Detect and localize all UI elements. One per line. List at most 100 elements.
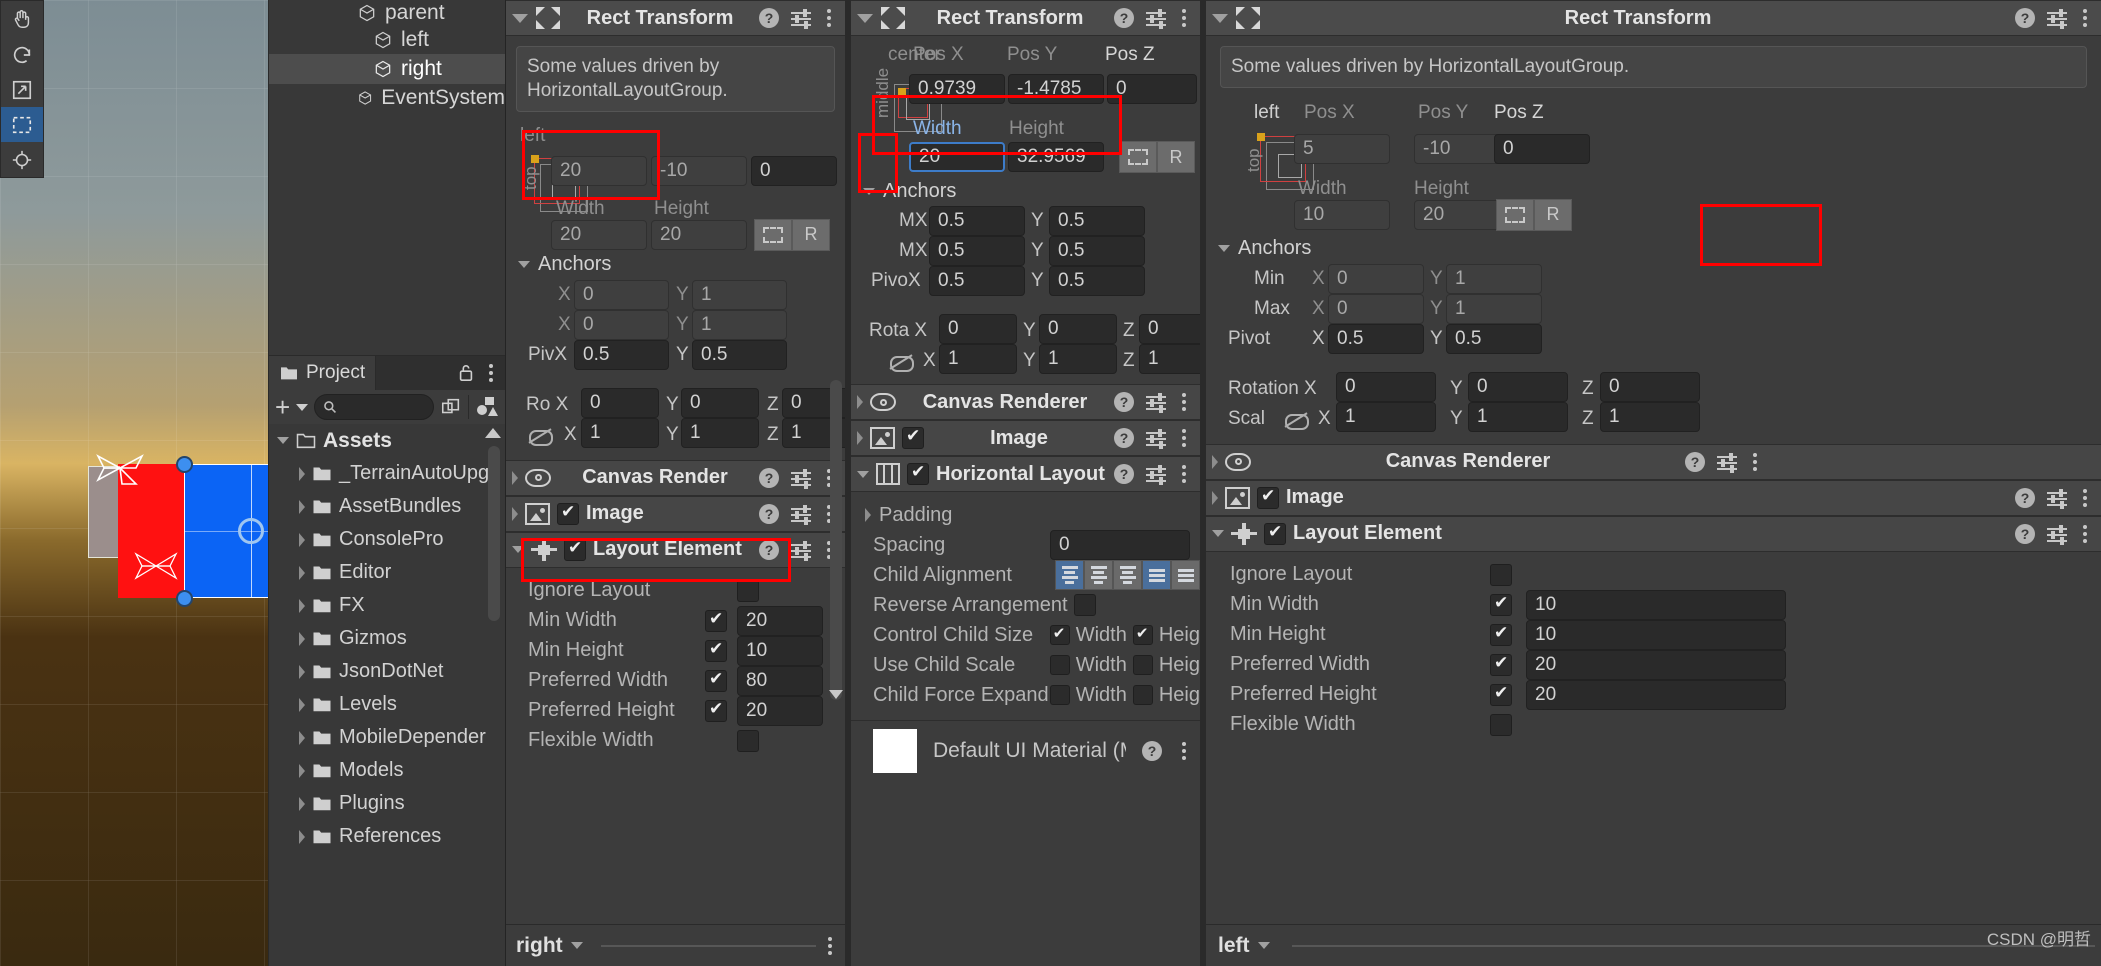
help-icon[interactable]: ? [1114, 392, 1134, 412]
material-menu-icon[interactable] [1178, 742, 1190, 760]
layout-element-rows[interactable]: Ignore Layout Min Width 10 Min Height 10… [1206, 552, 2101, 740]
anchor-max-x-field[interactable]: 0 [574, 309, 669, 340]
project-tree-item[interactable]: Gizmos [269, 622, 505, 655]
component-menu-icon[interactable] [1178, 465, 1190, 483]
component-header-layout-element[interactable]: Layout Element ? [506, 531, 845, 568]
layout-element-enabled-checkbox[interactable] [564, 538, 586, 561]
row-checkbox[interactable] [705, 699, 727, 722]
rotation-x-field[interactable]: 0 [1336, 371, 1436, 402]
lock-icon[interactable] [457, 363, 475, 383]
tab-project[interactable]: Project [269, 356, 377, 390]
preset-icon[interactable] [791, 9, 811, 29]
row-checkbox[interactable] [737, 579, 759, 602]
preset-icon[interactable] [1146, 429, 1166, 449]
hlg-row-spacing[interactable]: Spacing 0 [851, 530, 1200, 560]
align-upper-center-button[interactable] [1084, 560, 1113, 590]
layout-row-ignore-layout[interactable]: Ignore Layout [1206, 560, 2101, 590]
component-header-image[interactable]: Image ? [851, 420, 1200, 456]
project-toolbar[interactable]: + [269, 390, 505, 424]
chevron-right-icon[interactable] [299, 829, 305, 844]
hlg-row-child-alignment[interactable]: Child Alignment [851, 560, 1200, 590]
anchor-max-x-field[interactable]: 0.5 [929, 236, 1025, 266]
scale-y-field[interactable]: 1 [1039, 344, 1117, 374]
chevron-right-icon[interactable] [1212, 454, 1218, 469]
component-header-rect-transform[interactable]: Rect Transform ? [506, 0, 845, 36]
pos-x-field[interactable]: 0.9739 [909, 74, 1005, 104]
row-checkbox[interactable] [1490, 713, 1512, 736]
width-field[interactable]: 10 [1294, 199, 1390, 230]
add-asset-button[interactable]: + [275, 394, 290, 420]
component-menu-icon[interactable] [2079, 488, 2091, 507]
project-panel[interactable]: Project + Assets _TerrainAutoUpg AssetBu… [268, 355, 505, 966]
row-checkbox[interactable] [1490, 623, 1512, 646]
height-field[interactable]: 20 [651, 219, 747, 250]
project-tree-item[interactable]: MobileDepender [269, 721, 505, 754]
chevron-down-icon[interactable] [1218, 245, 1230, 253]
hlg-rows[interactable]: Padding Spacing 0 Child Alignment Revers… [851, 492, 1200, 710]
chevron-right-icon[interactable] [512, 506, 518, 521]
layout-row-flexible-width[interactable]: Flexible Width [506, 726, 845, 756]
expand-height-checkbox[interactable] [1132, 685, 1153, 705]
project-tree-item[interactable]: Models [269, 754, 505, 787]
reverse-arrangement-checkbox[interactable] [1073, 594, 1096, 616]
component-menu-icon[interactable] [823, 9, 835, 27]
inspector-left[interactable]: Rect Transform ? Some values driven by H… [505, 0, 1287, 966]
anchor-max-y-field[interactable]: 1 [1446, 293, 1542, 324]
use-scale-width-checkbox[interactable] [1049, 655, 1070, 675]
chevron-down-icon[interactable] [863, 187, 875, 195]
chevron-right-icon[interactable] [1212, 490, 1218, 505]
chevron-right-icon[interactable] [857, 431, 863, 445]
help-icon[interactable]: ? [1114, 428, 1134, 448]
rotation-y-field[interactable]: 0 [1039, 314, 1117, 344]
pivot-y-field[interactable]: 0.5 [692, 339, 787, 370]
preset-icon[interactable] [1146, 465, 1166, 485]
help-icon[interactable]: ? [2015, 8, 2035, 28]
chevron-right-icon[interactable] [299, 499, 305, 514]
component-header-image[interactable]: Image ? [1206, 479, 2101, 516]
layout-row-preferred-height[interactable]: Preferred Height 20 [506, 695, 845, 726]
pivot-y-field[interactable]: 0.5 [1446, 323, 1542, 354]
align-upper-right-button[interactable] [1113, 560, 1142, 590]
row-value-field[interactable]: 20 [1526, 679, 1786, 710]
layout-row-ignore-layout[interactable]: Ignore Layout [506, 576, 845, 606]
preset-icon[interactable] [2047, 524, 2067, 545]
scale-x-field[interactable]: 1 [939, 344, 1017, 374]
chevron-right-icon[interactable] [299, 565, 305, 580]
rotation-x-field[interactable]: 0 [939, 314, 1017, 344]
layout-row-preferred-width[interactable]: Preferred Width 80 [506, 665, 845, 696]
open-in-new-icon[interactable] [440, 396, 462, 418]
anchor-max-y-field[interactable]: 0.5 [1049, 236, 1145, 266]
rotation-z-field[interactable]: 0 [1139, 314, 1205, 344]
pos-y-field[interactable]: -10 [651, 155, 747, 186]
chevron-down-icon[interactable] [1212, 13, 1228, 23]
hierarchy-item-selected[interactable]: right [269, 54, 505, 84]
chevron-right-icon[interactable] [299, 598, 305, 613]
hlg-row-padding[interactable]: Padding [851, 500, 1200, 530]
control-width-checkbox[interactable] [1049, 624, 1070, 645]
row-checkbox[interactable] [1490, 593, 1512, 616]
pos-z-field[interactable]: 0 [751, 155, 837, 186]
pos-x-field[interactable]: 20 [551, 155, 647, 186]
chevron-right-icon[interactable] [299, 697, 305, 712]
row-value-field[interactable]: 20 [737, 695, 823, 726]
anchors-foldout[interactable]: Anchors [506, 250, 845, 280]
component-header-canvas-renderer[interactable]: Canvas Render ? [506, 459, 845, 496]
preset-icon[interactable] [791, 540, 811, 561]
align-middle-left-button[interactable] [1142, 560, 1171, 590]
component-menu-icon[interactable] [2079, 524, 2091, 543]
raw-edit-button[interactable]: R [1534, 198, 1572, 231]
hierarchy-item[interactable]: EventSystem [269, 84, 505, 112]
row-value-field[interactable]: 20 [737, 605, 823, 636]
preset-icon[interactable] [2047, 9, 2067, 29]
scene-tools-strip[interactable] [0, 0, 44, 178]
project-tree-item[interactable]: AssetBundles [269, 490, 505, 523]
blueprint-mode-button[interactable] [1496, 198, 1534, 231]
expand-width-checkbox[interactable] [1049, 685, 1070, 705]
chevron-down-icon[interactable] [512, 13, 528, 23]
scale-tool-icon[interactable] [1, 72, 43, 107]
rotation-y-field[interactable]: 0 [1468, 371, 1568, 402]
use-scale-height-checkbox[interactable] [1132, 655, 1153, 675]
pivot-y-field[interactable]: 0.5 [1049, 266, 1145, 296]
scale-z-field[interactable]: 1 [1600, 401, 1700, 432]
component-header-canvas-renderer[interactable]: Canvas Renderer ? [851, 384, 1200, 420]
